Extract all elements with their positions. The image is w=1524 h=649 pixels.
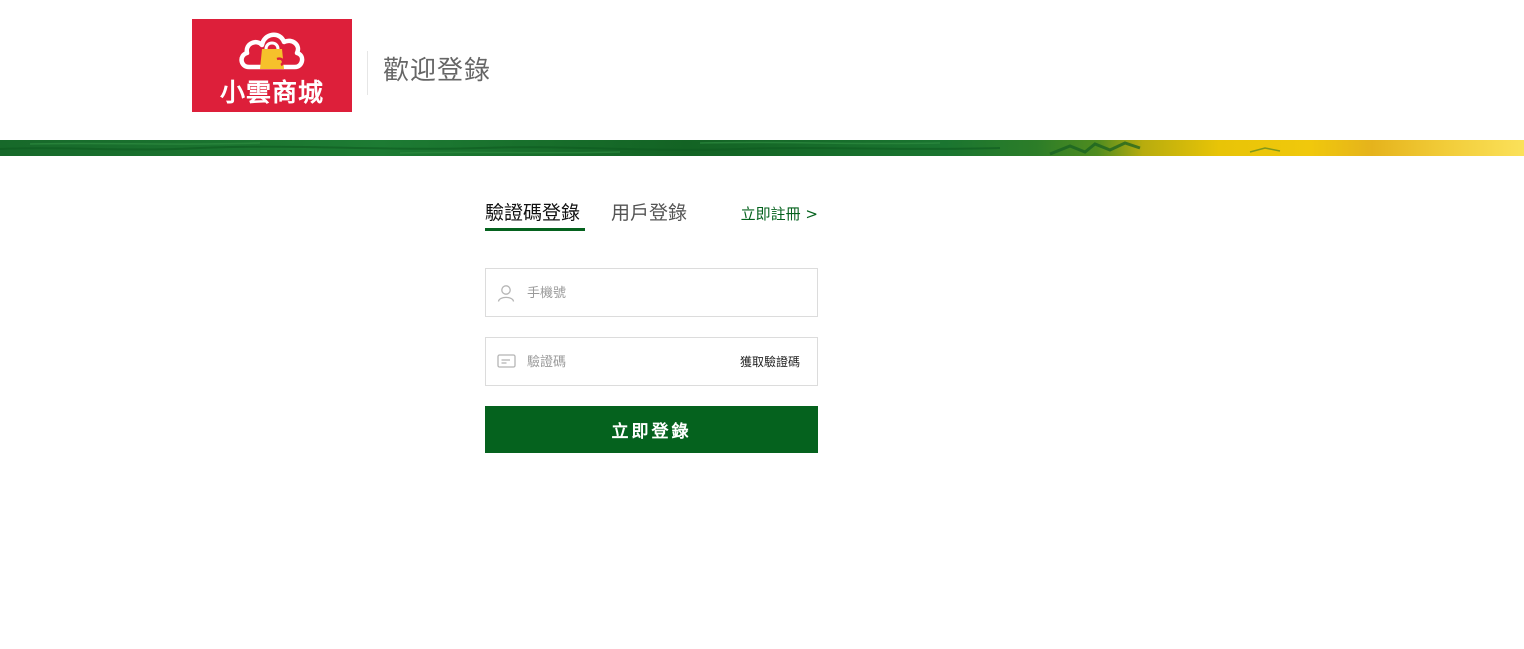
- tab-sms-login[interactable]: 驗證碼登錄: [485, 200, 580, 226]
- login-button[interactable]: 立即登錄: [485, 406, 818, 453]
- get-code-button[interactable]: 獲取驗證碼: [740, 354, 800, 370]
- page-header: 小雲商城 歡迎登錄: [0, 0, 1524, 140]
- phone-input[interactable]: [527, 281, 727, 305]
- verification-code-input[interactable]: [527, 350, 707, 374]
- tab-user-login[interactable]: 用戶登錄: [611, 200, 687, 226]
- message-icon: [497, 354, 516, 368]
- user-icon: [497, 285, 515, 302]
- cloud-shopping-bag-icon: [239, 32, 305, 70]
- login-tabs: 驗證碼登錄 用戶登錄 立即註冊 >: [485, 196, 818, 236]
- header-divider: [367, 51, 368, 95]
- banner-texture: [0, 141, 1281, 156]
- active-tab-indicator: [485, 228, 585, 231]
- logo-text: 小雲商城: [219, 78, 324, 107]
- store-logo[interactable]: 小雲商城: [192, 19, 352, 112]
- decorative-banner: [0, 140, 1524, 156]
- verification-code-field[interactable]: 獲取驗證碼: [485, 337, 818, 386]
- phone-field[interactable]: [485, 268, 818, 317]
- login-form: 驗證碼登錄 用戶登錄 立即註冊 > 獲取驗證碼 立即登錄: [485, 196, 818, 453]
- page-title: 歡迎登錄: [383, 56, 492, 86]
- register-link[interactable]: 立即註冊 >: [741, 204, 818, 224]
